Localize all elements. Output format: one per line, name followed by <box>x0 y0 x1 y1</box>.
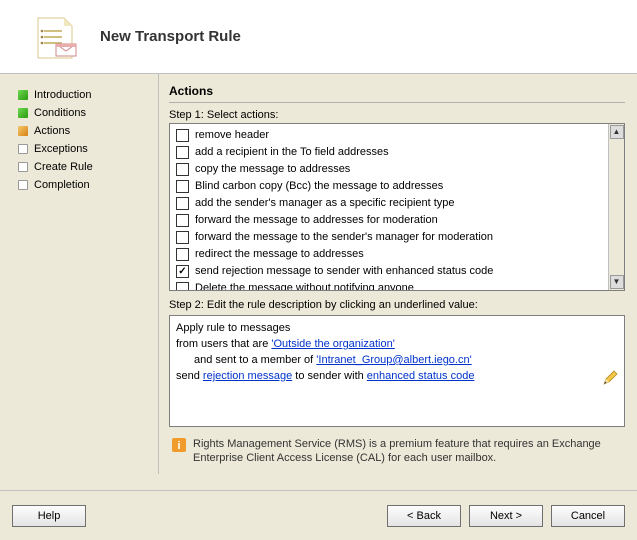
action-label: Blind carbon copy (Bcc) the message to a… <box>195 179 443 194</box>
next-button[interactable]: Next > <box>469 505 543 527</box>
svg-text:i: i <box>177 440 180 452</box>
checkbox[interactable] <box>176 248 189 261</box>
nav-bullet-current-icon <box>18 126 28 136</box>
action-row[interactable]: redirect the message to addresses <box>174 246 604 263</box>
nav-item-label: Actions <box>34 125 70 137</box>
nav-item-label: Conditions <box>34 107 86 119</box>
nav-item-exceptions[interactable]: Exceptions <box>18 140 158 158</box>
checkbox[interactable] <box>176 180 189 193</box>
nav-item-conditions[interactable]: Conditions <box>18 104 158 122</box>
desc-link-rejection-message[interactable]: rejection message <box>203 370 292 382</box>
nav-item-completion[interactable]: Completion <box>18 176 158 194</box>
action-label: copy the message to addresses <box>195 162 350 177</box>
action-label: forward the message to the sender's mana… <box>195 230 493 245</box>
action-row[interactable]: copy the message to addresses <box>174 161 604 178</box>
nav-item-create-rule[interactable]: Create Rule <box>18 158 158 176</box>
action-row[interactable]: forward the message to addresses for mod… <box>174 212 604 229</box>
checkbox[interactable] <box>176 231 189 244</box>
desc-text: and sent to a member of <box>194 354 316 366</box>
desc-text: to sender with <box>292 370 367 382</box>
action-row[interactable]: forward the message to the sender's mana… <box>174 229 604 246</box>
checkbox[interactable] <box>176 214 189 227</box>
action-row[interactable]: add a recipient in the To field addresse… <box>174 144 604 161</box>
help-button[interactable]: Help <box>12 505 86 527</box>
nav-bullet-done-icon <box>18 90 28 100</box>
action-row[interactable]: add the sender's manager as a specific r… <box>174 195 604 212</box>
nav-item-label: Create Rule <box>34 161 93 173</box>
nav-bullet-todo-icon <box>18 144 28 154</box>
action-label: Delete the message without notifying any… <box>195 281 414 290</box>
desc-line: and sent to a member of 'Intranet_Group@… <box>176 352 618 368</box>
step2-label: Step 2: Edit the rule description by cli… <box>169 299 625 311</box>
rule-document-icon <box>32 14 80 62</box>
back-button[interactable]: < Back <box>387 505 461 527</box>
cancel-button[interactable]: Cancel <box>551 505 625 527</box>
checkbox[interactable] <box>176 197 189 210</box>
action-label: add a recipient in the To field addresse… <box>195 145 389 160</box>
scroll-up-icon[interactable]: ▲ <box>610 125 624 139</box>
desc-link-scope[interactable]: 'Outside the organization' <box>271 338 394 350</box>
wizard-window: New Transport Rule Introduction Conditio… <box>0 0 637 540</box>
nav-item-actions[interactable]: Actions <box>18 122 158 140</box>
action-row[interactable]: Blind carbon copy (Bcc) the message to a… <box>174 178 604 195</box>
desc-link-status-code[interactable]: enhanced status code <box>367 370 475 382</box>
desc-link-group[interactable]: 'Intranet_Group@albert.iego.cn' <box>316 354 471 366</box>
nav-bullet-todo-icon <box>18 162 28 172</box>
checkbox[interactable] <box>176 282 189 290</box>
wizard-nav: Introduction Conditions Actions Exceptio… <box>0 74 158 474</box>
header-title: New Transport Rule <box>100 28 241 45</box>
checkbox[interactable] <box>176 146 189 159</box>
action-row[interactable]: send rejection message to sender with en… <box>174 263 604 280</box>
action-row[interactable]: remove header <box>174 127 604 144</box>
edit-pencil-icon[interactable] <box>602 370 618 386</box>
action-label: remove header <box>195 128 269 143</box>
nav-item-label: Introduction <box>34 89 91 101</box>
action-row[interactable]: Delete the message without notifying any… <box>174 280 604 290</box>
nav-item-label: Exceptions <box>34 143 88 155</box>
scrollbar[interactable]: ▲ ▼ <box>608 124 624 290</box>
info-text: Rights Management Service (RMS) is a pre… <box>193 437 623 465</box>
desc-text: from users that are <box>176 338 271 350</box>
action-label: forward the message to addresses for mod… <box>195 213 438 228</box>
info-panel: i Rights Management Service (RMS) is a p… <box>169 435 625 465</box>
section-underline <box>169 102 625 103</box>
header: New Transport Rule <box>0 0 637 74</box>
actions-listbox[interactable]: remove header add a recipient in the To … <box>169 123 625 291</box>
info-warning-icon: i <box>171 437 187 453</box>
nav-bullet-done-icon <box>18 108 28 118</box>
body: Introduction Conditions Actions Exceptio… <box>0 74 637 474</box>
checkbox-checked[interactable] <box>176 265 189 278</box>
checkbox[interactable] <box>176 129 189 142</box>
action-label: redirect the message to addresses <box>195 247 364 262</box>
main-panel: Actions Step 1: Select actions: remove h… <box>159 74 637 474</box>
nav-bullet-todo-icon <box>18 180 28 190</box>
checkbox[interactable] <box>176 163 189 176</box>
desc-line: Apply rule to messages <box>176 320 618 336</box>
scroll-down-icon[interactable]: ▼ <box>610 275 624 289</box>
footer: Help < Back Next > Cancel <box>0 490 637 540</box>
desc-text: send <box>176 370 203 382</box>
desc-line: send rejection message to sender with en… <box>176 368 618 384</box>
nav-item-label: Completion <box>34 179 90 191</box>
desc-line: from users that are 'Outside the organiz… <box>176 336 618 352</box>
section-title: Actions <box>169 82 625 98</box>
step1-label: Step 1: Select actions: <box>169 109 625 121</box>
nav-item-introduction[interactable]: Introduction <box>18 86 158 104</box>
action-label: add the sender's manager as a specific r… <box>195 196 455 211</box>
action-label: send rejection message to sender with en… <box>195 264 493 279</box>
actions-scroll-area: remove header add a recipient in the To … <box>170 124 608 290</box>
rule-description-box: Apply rule to messages from users that a… <box>169 315 625 427</box>
